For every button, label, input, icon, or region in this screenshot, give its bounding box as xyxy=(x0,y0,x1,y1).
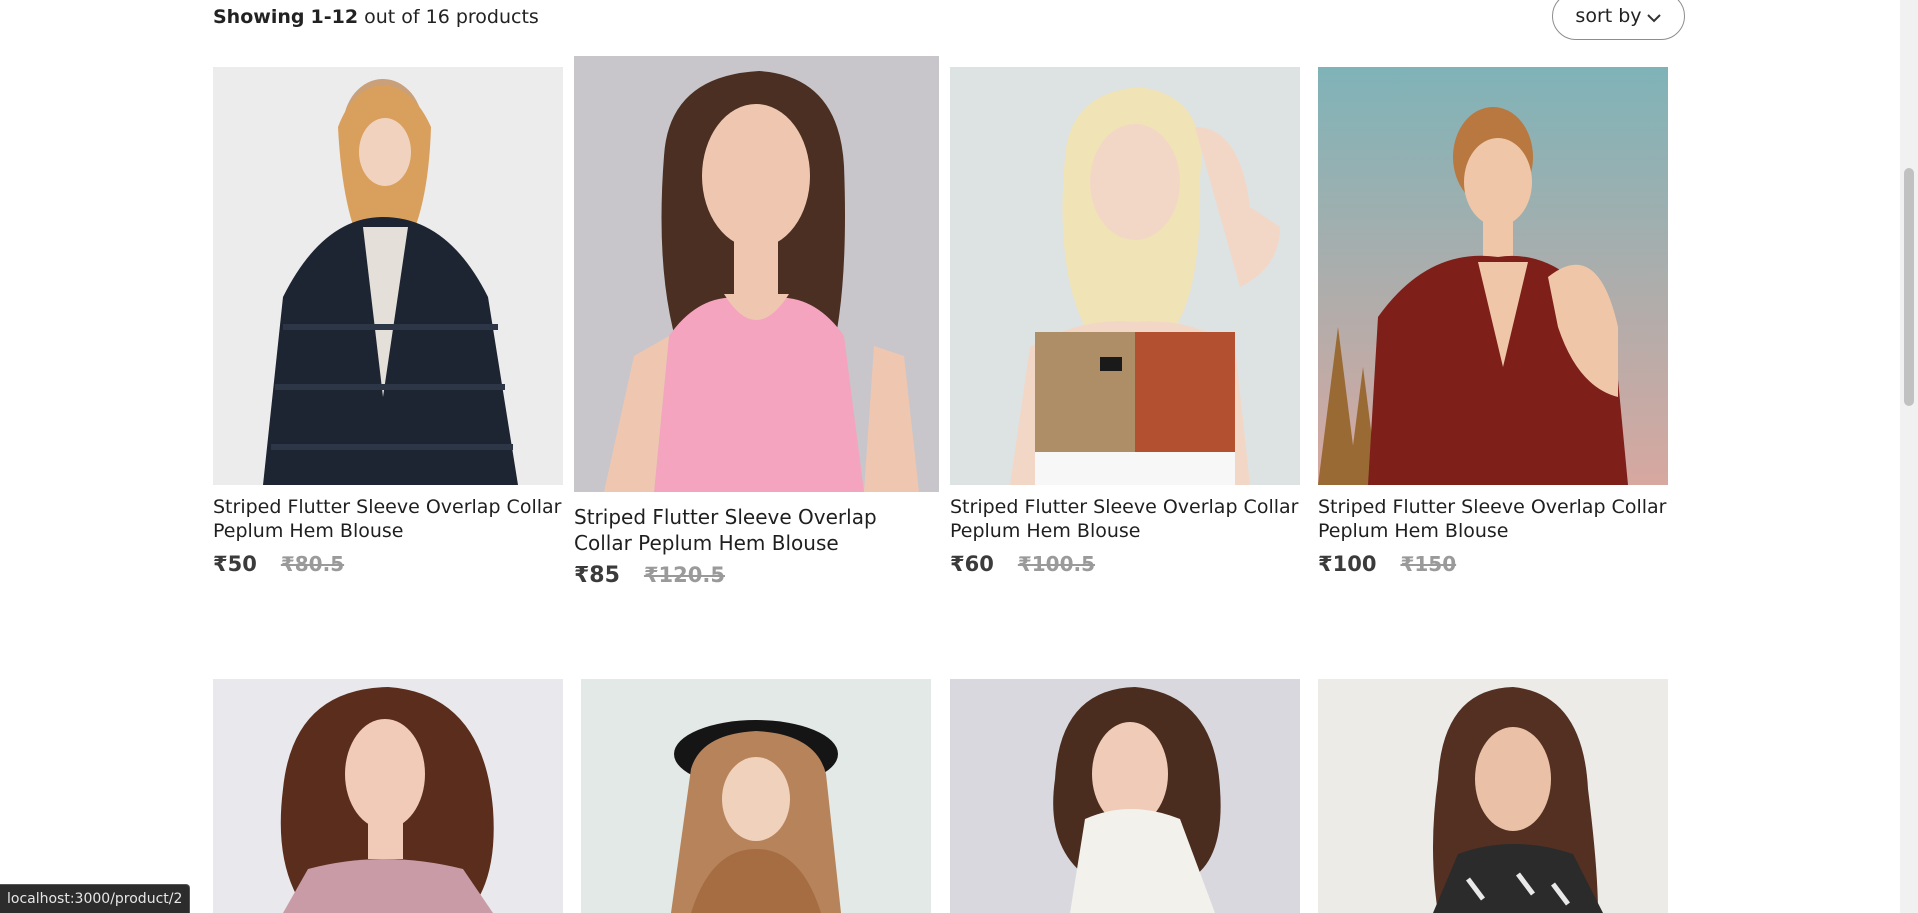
results-count-range: 1-12 xyxy=(310,6,359,28)
page-scrollbar[interactable] xyxy=(1900,0,1918,913)
product-image[interactable] xyxy=(213,679,563,913)
scrollbar-thumb[interactable] xyxy=(1904,168,1914,406)
product-prices: ₹100 ₹150 xyxy=(1318,552,1456,576)
status-bar-url: localhost:3000/product/2 xyxy=(0,884,191,913)
product-title[interactable]: Striped Flutter Sleeve Overlap Collar Pe… xyxy=(213,495,563,543)
product-image[interactable] xyxy=(213,67,563,485)
product-image[interactable] xyxy=(950,679,1300,913)
product-image[interactable] xyxy=(1318,67,1668,485)
product-image[interactable] xyxy=(581,679,931,913)
product-title[interactable]: Striped Flutter Sleeve Overlap Collar Pe… xyxy=(574,504,939,556)
product-price: ₹100 xyxy=(1318,552,1377,576)
product-original-price: ₹100.5 xyxy=(1017,552,1096,576)
product-price: ₹50 xyxy=(213,552,257,576)
product-prices: ₹85 ₹120.5 xyxy=(574,563,725,588)
product-original-price: ₹80.5 xyxy=(280,552,345,576)
results-count: Showing 1-12 out of 16 products xyxy=(213,6,539,28)
product-image[interactable] xyxy=(950,67,1300,485)
sort-by-button[interactable]: sort by xyxy=(1552,0,1685,40)
product-price: ₹60 xyxy=(950,552,994,576)
sort-by-label: sort by xyxy=(1575,5,1642,27)
product-original-price: ₹150 xyxy=(1400,552,1457,576)
product-title[interactable]: Striped Flutter Sleeve Overlap Collar Pe… xyxy=(950,495,1300,543)
product-prices: ₹50 ₹80.5 xyxy=(213,552,344,576)
product-image[interactable] xyxy=(1318,679,1668,913)
product-prices: ₹60 ₹100.5 xyxy=(950,552,1095,576)
results-count-prefix: Showing xyxy=(213,6,305,28)
chevron-down-icon xyxy=(1646,13,1661,22)
product-price: ₹85 xyxy=(574,563,620,588)
product-title[interactable]: Striped Flutter Sleeve Overlap Collar Pe… xyxy=(1318,495,1668,543)
product-image[interactable] xyxy=(574,56,939,492)
results-count-suffix: out of 16 products xyxy=(364,6,539,28)
results-toolbar: Showing 1-12 out of 16 products sort by xyxy=(213,0,1687,46)
product-original-price: ₹120.5 xyxy=(643,563,725,587)
